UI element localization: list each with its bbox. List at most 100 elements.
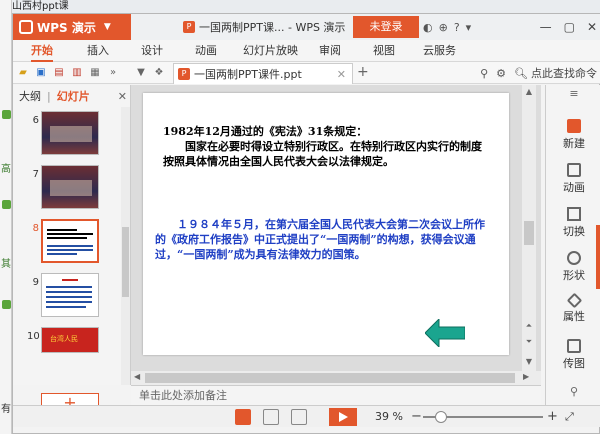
previous-slide-icon[interactable]: ⏶ (524, 321, 534, 331)
print-icon[interactable]: ▤ (53, 67, 65, 79)
quick-toolbar: ▰ ▣ ▤ ▥ ▦ » ▼ ❖ P 一国两制PPT课件.ppt ✕ + ⚲ ⚙ … (13, 62, 600, 84)
background-fragment-3: 有 (1, 404, 11, 415)
scroll-down-icon[interactable]: ▼ (524, 357, 534, 366)
tab-view[interactable]: 视图 (373, 40, 395, 62)
scroll-left-icon[interactable]: ◀ (134, 372, 140, 381)
slides-panel-tabs: 大纲 | 幻灯片 ✕ (19, 88, 127, 104)
share-icon[interactable]: ⊕ (439, 21, 448, 34)
document-tab[interactable]: P 一国两制PPT课件.ppt ✕ (173, 63, 353, 84)
slide-thumbnail-9[interactable]: 9 (13, 273, 121, 319)
maximize-icon[interactable]: ▢ (564, 20, 575, 34)
open-icon[interactable]: ▰ (17, 67, 29, 79)
slide-thumbnail-image: 台湾人民 (41, 327, 99, 353)
zoom-in-button[interactable]: + (547, 406, 558, 428)
background-window-left: 高 其 有 (0, 0, 12, 434)
pane-collapse-handle[interactable] (596, 225, 600, 289)
slide-horizontal-scrollbar[interactable]: ◀ ▶ (131, 371, 541, 385)
close-panel-icon[interactable]: ✕ (118, 90, 127, 103)
settings-icon[interactable]: ⚙ (496, 67, 506, 80)
new-tab-icon[interactable]: + (357, 64, 369, 80)
app-name: WPS 演示 (37, 20, 96, 35)
command-search[interactable]: 🔍︎ 点此查找命令 (514, 65, 597, 81)
slide-canvas: 1982年12月通过的《宪法》31条规定： 国家在必要时得设立特别行政区。在特别… (131, 85, 541, 385)
more-icon[interactable]: » (107, 67, 119, 79)
tab-cloud[interactable]: 云服务 (423, 40, 456, 62)
shape-icon (567, 251, 581, 265)
tab-design[interactable]: 设计 (141, 40, 163, 62)
pin-icon[interactable]: ⚲ (480, 67, 488, 80)
title-icons: ◐ ⊕ ? ▾ (423, 14, 471, 40)
slide-thumbnail-image (41, 111, 99, 155)
scroll-right-icon[interactable]: ▶ (523, 372, 529, 381)
pane-upload-image-button[interactable]: 传图 (546, 339, 600, 371)
new-icon (567, 119, 581, 133)
wps-window: WPS 演示 ▼ P 一国两制PPT课... - WPS 演示 未登录 ◐ ⊕ … (12, 13, 600, 434)
pane-new-button[interactable]: 新建 (546, 119, 600, 151)
tab-outline[interactable]: 大纲 (19, 88, 41, 104)
window-controls: — ▢ ✕ (540, 14, 597, 40)
task-pane: ≡ 新建 动画 切换 形状 属性 传图 ⚲ (545, 85, 600, 405)
animation-icon (567, 163, 581, 177)
save-icon[interactable]: ▣ (35, 67, 47, 79)
search-placeholder: 点此查找命令 (531, 67, 597, 80)
slide-thumbnail-image (41, 165, 99, 209)
tab-slides[interactable]: 幻灯片 (57, 88, 90, 104)
slide-thumbnail-10[interactable]: 10 台湾人民 (13, 327, 121, 357)
pane-properties-button[interactable]: 属性 (546, 292, 600, 324)
search-icon: 🔍︎ (514, 66, 528, 80)
dropdown-icon[interactable]: ▼ (135, 67, 147, 79)
green-icon (2, 300, 11, 309)
close-icon[interactable]: ✕ (587, 20, 597, 34)
next-slide-icon[interactable]: ⏷ (524, 337, 534, 347)
sorter-view-button[interactable] (263, 409, 279, 425)
current-slide[interactable]: 1982年12月通过的《宪法》31条规定： 国家在必要时得设立特别行政区。在特别… (143, 93, 509, 355)
slide-title: 1982年12月通过的《宪法》31条规定： (163, 125, 368, 138)
pane-transition-button[interactable]: 切换 (546, 207, 600, 239)
close-tab-icon[interactable]: ✕ (337, 68, 346, 81)
pane-shape-button[interactable]: 形状 (546, 251, 600, 283)
location-icon[interactable]: ⚲ (546, 385, 600, 398)
skin-icon[interactable]: ◐ (423, 21, 433, 34)
green-icon (2, 200, 11, 209)
pane-animation-button[interactable]: 动画 (546, 163, 600, 195)
tab-review[interactable]: 审阅 (319, 40, 341, 62)
slideshow-play-button[interactable] (329, 408, 357, 426)
slide-vertical-scrollbar[interactable]: ▲ ⏶ ⏷ ▼ (522, 85, 536, 371)
slide-thumbnail-7[interactable]: 7 (13, 165, 121, 211)
pane-menu-icon[interactable]: ≡ (546, 87, 600, 100)
slide-thumbnail-image (41, 219, 99, 263)
chevron-down-icon[interactable]: ▾ (466, 21, 472, 34)
tab-slideshow[interactable]: 幻灯片放映 (243, 40, 298, 62)
zoom-slider[interactable] (423, 411, 543, 423)
tab-animation[interactable]: 动画 (195, 40, 217, 62)
pdf-icon[interactable]: ▥ (71, 67, 83, 79)
normal-view-button[interactable] (235, 409, 251, 425)
help-icon[interactable]: ? (454, 21, 460, 34)
minimize-icon[interactable]: — (540, 20, 552, 34)
notes-area[interactable]: 单击此处添加备注 (131, 385, 541, 405)
tab-list-icon[interactable]: ❖ (153, 67, 165, 79)
toolbar-right: ⚲ ⚙ 🔍︎ 点此查找命令 (480, 65, 597, 81)
scroll-up-icon[interactable]: ▲ (524, 87, 534, 96)
app-menu-button[interactable]: WPS 演示 ▼ (13, 14, 131, 40)
zoom-slider-knob[interactable] (435, 411, 447, 423)
tab-insert[interactable]: 插入 (87, 40, 109, 62)
slide-paragraph-2: １９８４年５月，在第六届全国人民代表大会第二次会议上所作的《政府工作报告》中正式… (155, 218, 485, 261)
zoom-out-button[interactable]: − (411, 406, 422, 428)
properties-icon (566, 292, 582, 309)
slides-scrollbar[interactable] (121, 107, 130, 385)
green-icon (2, 110, 11, 119)
document-title: P 一国两制PPT课... - WPS 演示 (183, 14, 345, 40)
ppt-file-icon: P (178, 68, 190, 80)
fit-window-icon[interactable]: ⤢ (565, 406, 574, 428)
slide-thumbnail-8[interactable]: 8 (13, 219, 121, 265)
login-button[interactable]: 未登录 (353, 16, 419, 38)
back-arrow-icon[interactable] (425, 319, 465, 347)
slide-thumbnail-6[interactable]: 6 (13, 111, 121, 157)
preview-icon[interactable]: ▦ (89, 67, 101, 79)
background-fragment-2: 其 (1, 259, 11, 270)
tab-start[interactable]: 开始 (31, 40, 53, 62)
title-bar: WPS 演示 ▼ P 一国两制PPT课... - WPS 演示 未登录 ◐ ⊕ … (13, 14, 600, 40)
image-icon (567, 339, 581, 353)
reading-view-button[interactable] (291, 409, 307, 425)
